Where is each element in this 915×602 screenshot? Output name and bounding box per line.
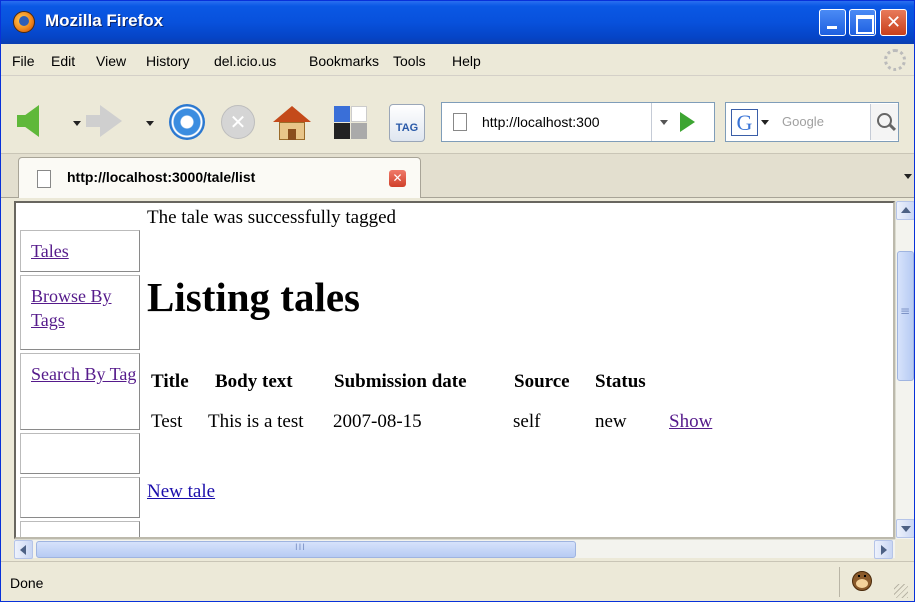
close-window-button[interactable]: ✕ bbox=[880, 9, 907, 36]
search-engine-icon[interactable]: G bbox=[731, 109, 758, 136]
home-icon[interactable] bbox=[273, 106, 311, 140]
flash-notice: The tale was successfully tagged bbox=[147, 207, 397, 228]
page-title: Listing tales bbox=[147, 274, 360, 320]
grid-square-white-top bbox=[351, 106, 367, 122]
tab-close-icon[interactable]: ✕ bbox=[389, 170, 406, 187]
resize-grip-icon[interactable] bbox=[894, 584, 908, 598]
menu-file[interactable]: File bbox=[12, 53, 35, 69]
tag-label: TAG bbox=[395, 122, 419, 134]
vertical-scroll-thumb[interactable] bbox=[897, 251, 914, 381]
home-door bbox=[288, 129, 296, 140]
sidebar-cell-tales: Tales bbox=[20, 230, 140, 272]
sidebar-link-search-by-tag[interactable]: Search By Tag bbox=[31, 362, 139, 386]
minimize-button[interactable] bbox=[819, 9, 846, 36]
column-header-body-text: Body text bbox=[215, 371, 293, 392]
url-history-dropdown[interactable] bbox=[651, 103, 676, 141]
sidebar-cell-search: Search By Tag bbox=[20, 353, 140, 430]
menu-bar: File Edit View History del.icio.us Bookm… bbox=[1, 44, 914, 76]
menu-view[interactable]: View bbox=[96, 53, 126, 69]
tab-tale-list[interactable]: http://localhost:3000/tale/list ✕ bbox=[18, 157, 421, 198]
page-content: Tales Browse By Tags Search By Tag The t… bbox=[14, 201, 895, 539]
status-text: Done bbox=[10, 575, 44, 591]
grid-square-blue bbox=[334, 106, 350, 122]
window-title: Mozilla Firefox bbox=[45, 11, 164, 30]
search-magnifier-icon[interactable] bbox=[870, 104, 898, 140]
scroll-left-arrow-icon[interactable] bbox=[14, 540, 33, 559]
column-header-source: Source bbox=[514, 371, 570, 392]
tag-button[interactable]: TAG bbox=[389, 104, 425, 142]
cell-source: self bbox=[513, 411, 541, 432]
page-icon bbox=[453, 113, 467, 131]
delicious-bookmarks-icon[interactable] bbox=[334, 106, 368, 140]
firefox-logo-icon bbox=[13, 11, 35, 33]
horizontal-scrollbar[interactable] bbox=[14, 539, 895, 559]
forward-history-dropdown-icon[interactable] bbox=[146, 121, 154, 126]
sidebar-link-browse-by-tags[interactable]: Browse By Tags bbox=[31, 284, 127, 332]
reload-icon[interactable] bbox=[169, 104, 205, 140]
title-bar[interactable]: Mozilla Firefox ✕ bbox=[1, 1, 914, 44]
url-bar[interactable]: http://localhost:300 bbox=[441, 102, 715, 142]
grid-square-black bbox=[334, 123, 350, 139]
column-header-submission-date: Submission date bbox=[334, 371, 467, 392]
close-icon: ✕ bbox=[885, 12, 902, 33]
grid-square-grey bbox=[351, 123, 367, 139]
main-panel: The tale was successfully tagged Listing… bbox=[147, 203, 887, 537]
status-separator bbox=[839, 567, 840, 597]
status-bar: Done bbox=[1, 561, 914, 601]
url-text[interactable]: http://localhost:300 bbox=[482, 114, 600, 130]
maximize-button[interactable] bbox=[849, 9, 876, 36]
tab-bar: http://localhost:3000/tale/list ✕ bbox=[1, 154, 914, 198]
cell-status: new bbox=[595, 411, 627, 432]
tab-list-dropdown-icon[interactable] bbox=[904, 174, 912, 179]
sidebar-empty-cell bbox=[20, 521, 140, 537]
tab-page-icon bbox=[37, 170, 51, 188]
activity-throbber-icon bbox=[884, 49, 906, 71]
home-roof bbox=[273, 106, 311, 122]
navigation-toolbar: ✕ TAG http://localhost:300 G Google bbox=[1, 76, 914, 154]
sidebar-empty-cell bbox=[20, 477, 140, 518]
sidebar-empty-cell bbox=[20, 433, 140, 474]
column-header-status: Status bbox=[595, 371, 646, 392]
scroll-up-arrow-icon[interactable] bbox=[896, 201, 914, 220]
cell-submission-date: 2007-08-15 bbox=[333, 411, 422, 432]
back-arrow-icon[interactable] bbox=[17, 105, 39, 137]
greasemonkey-icon[interactable] bbox=[852, 571, 872, 591]
tab-title: http://localhost:3000/tale/list bbox=[67, 169, 256, 185]
search-input[interactable]: Google bbox=[782, 114, 824, 129]
menu-help[interactable]: Help bbox=[452, 53, 481, 69]
menu-bookmarks[interactable]: Bookmarks bbox=[309, 53, 379, 69]
browser-window: Mozilla Firefox ✕ File Edit View History… bbox=[0, 0, 915, 602]
scrollbar-corner bbox=[895, 539, 914, 558]
cell-body-text: This is a test bbox=[208, 411, 304, 432]
new-tale-link[interactable]: New tale bbox=[147, 481, 215, 503]
vertical-scrollbar[interactable] bbox=[895, 201, 914, 539]
show-link[interactable]: Show bbox=[669, 411, 712, 433]
stop-icon[interactable]: ✕ bbox=[221, 105, 255, 139]
search-bar[interactable]: G Google bbox=[725, 102, 899, 142]
forward-arrow-icon[interactable] bbox=[86, 105, 122, 137]
menu-edit[interactable]: Edit bbox=[51, 53, 75, 69]
go-arrow-icon[interactable] bbox=[680, 112, 695, 132]
sidebar-cell-browse: Browse By Tags bbox=[20, 275, 140, 350]
back-history-dropdown-icon[interactable] bbox=[73, 121, 81, 126]
cell-title: Test bbox=[151, 411, 183, 432]
menu-tools[interactable]: Tools bbox=[393, 53, 426, 69]
column-header-title: Title bbox=[151, 371, 189, 392]
sidebar-link-tales[interactable]: Tales bbox=[31, 239, 69, 263]
search-engine-dropdown-icon[interactable] bbox=[761, 120, 769, 125]
scroll-right-arrow-icon[interactable] bbox=[874, 540, 893, 559]
menu-history[interactable]: History bbox=[146, 53, 190, 69]
horizontal-scroll-thumb[interactable] bbox=[36, 541, 576, 558]
menu-delicious[interactable]: del.icio.us bbox=[214, 53, 276, 69]
scroll-down-arrow-icon[interactable] bbox=[896, 519, 914, 538]
